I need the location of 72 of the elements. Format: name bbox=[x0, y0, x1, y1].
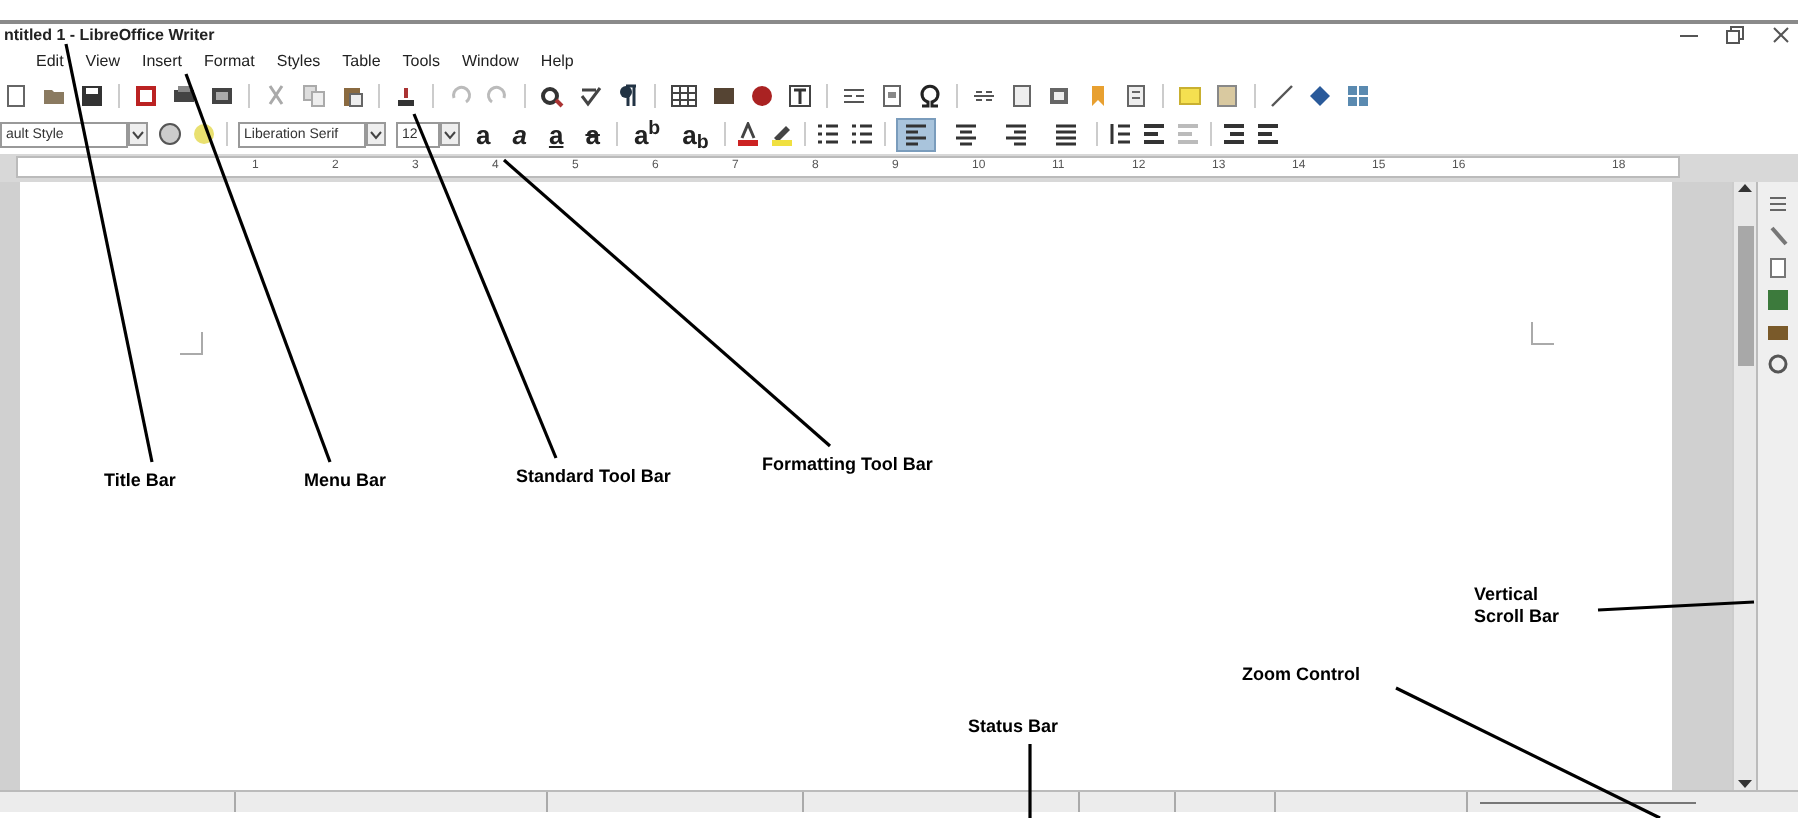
script-button[interactable]: a$^{b}$ bbox=[627, 121, 667, 147]
numbered-list-icon[interactable] bbox=[850, 122, 875, 146]
pdf-icon[interactable] bbox=[134, 83, 158, 107]
text-boundary-mark bbox=[180, 332, 204, 356]
footnote-icon[interactable] bbox=[1010, 83, 1034, 107]
annotation-label: Title Bar bbox=[104, 470, 176, 492]
script-button[interactable]: a$_{b}$ bbox=[676, 121, 715, 147]
decrease-indent-icon[interactable] bbox=[1256, 122, 1281, 146]
save-icon[interactable] bbox=[80, 83, 104, 107]
annotation-label: Status Bar bbox=[968, 716, 1059, 738]
strikethrough-button[interactable]: a bbox=[579, 121, 606, 147]
clone-formatting-icon[interactable] bbox=[394, 83, 418, 107]
menu-item[interactable]: Help bbox=[540, 53, 574, 69]
cross-reference-icon[interactable] bbox=[1124, 83, 1148, 107]
highlight-icon[interactable] bbox=[770, 122, 795, 146]
justify-icon bbox=[1054, 122, 1079, 146]
annotation-label: Formatting Tool Bar bbox=[762, 454, 933, 476]
menu-item[interactable]: Edit bbox=[36, 53, 64, 69]
menu-item[interactable]: Format bbox=[204, 53, 255, 69]
menu-item[interactable]: Insert bbox=[142, 53, 183, 69]
page-icon[interactable] bbox=[1768, 258, 1788, 278]
menu-item[interactable]: Window bbox=[461, 53, 519, 69]
align-right-icon bbox=[1004, 122, 1029, 146]
align-center-icon bbox=[954, 122, 979, 146]
new-document-icon[interactable] bbox=[4, 83, 28, 107]
line-icon[interactable] bbox=[1270, 83, 1294, 107]
increase-indent-icon[interactable] bbox=[1222, 122, 1247, 146]
line-spacing-icon[interactable] bbox=[1108, 122, 1133, 146]
close-icon[interactable] bbox=[1772, 26, 1790, 44]
new-style-icon[interactable] bbox=[192, 122, 216, 146]
menu-item[interactable]: Styles bbox=[276, 53, 321, 69]
text-boundary-mark bbox=[1530, 322, 1554, 346]
align-left-button[interactable] bbox=[896, 117, 937, 151]
annotation-label: Vertical Scroll Bar bbox=[1474, 584, 1562, 628]
field-icon[interactable] bbox=[880, 83, 904, 107]
menu-item[interactable]: Table bbox=[342, 53, 381, 69]
font-color-icon[interactable] bbox=[736, 122, 761, 146]
pilcrow-icon[interactable] bbox=[616, 83, 640, 107]
vertical-scroll-bar[interactable] bbox=[1732, 182, 1756, 790]
leader-line bbox=[1028, 744, 1032, 818]
navigator-icon[interactable] bbox=[1768, 354, 1788, 374]
underline-button[interactable]: a bbox=[542, 121, 570, 147]
paste-icon[interactable] bbox=[340, 83, 364, 107]
annotation-label: Menu Bar bbox=[304, 470, 387, 492]
restore-icon[interactable] bbox=[1726, 26, 1744, 44]
table-icon[interactable] bbox=[670, 83, 698, 107]
window-title: ntitled 1 - LibreOffice Writer bbox=[2, 27, 215, 43]
properties-icon[interactable] bbox=[1768, 194, 1788, 214]
menu-item[interactable]: Tools bbox=[402, 53, 440, 69]
increase-spacing-icon[interactable] bbox=[1142, 122, 1167, 146]
page-break-icon[interactable] bbox=[842, 83, 866, 107]
print-preview-icon[interactable] bbox=[210, 83, 234, 107]
wrench-icon[interactable] bbox=[1768, 226, 1788, 246]
bullet-list-icon[interactable] bbox=[816, 122, 841, 146]
update-style-icon[interactable] bbox=[158, 122, 182, 146]
diamond-shape-icon[interactable] bbox=[1308, 83, 1332, 107]
italic-button[interactable]: a bbox=[506, 121, 533, 147]
align-left-icon bbox=[904, 122, 929, 146]
endnote-icon[interactable] bbox=[1048, 83, 1072, 107]
track-changes-icon[interactable] bbox=[1216, 83, 1240, 107]
spelling-icon[interactable] bbox=[578, 83, 602, 107]
scroll-thumb[interactable] bbox=[1737, 226, 1753, 366]
menu-item[interactable]: View bbox=[85, 53, 120, 69]
omega-icon[interactable] bbox=[918, 83, 942, 107]
grid-icon[interactable] bbox=[1346, 83, 1370, 107]
find-replace-icon[interactable] bbox=[540, 83, 564, 107]
text-box-icon[interactable] bbox=[788, 83, 812, 107]
print-icon[interactable] bbox=[172, 83, 196, 107]
gallery-icon[interactable] bbox=[1768, 322, 1788, 342]
annotation-label: Standard Tool Bar bbox=[516, 466, 671, 488]
annotation-label: Zoom Control bbox=[1242, 664, 1360, 686]
bold-button[interactable]: a bbox=[470, 121, 497, 147]
